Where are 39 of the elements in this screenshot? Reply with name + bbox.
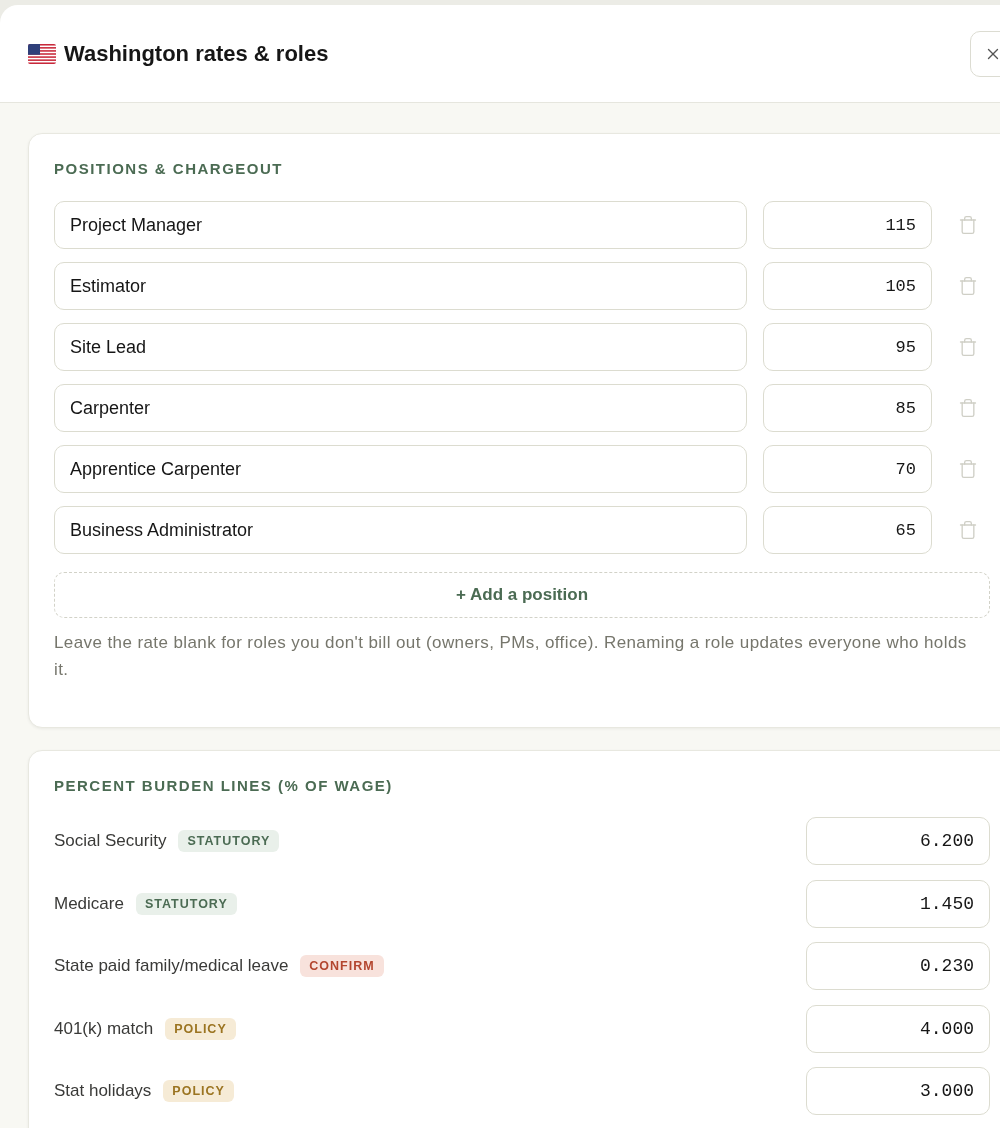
percent-field[interactable]: 3.000 (806, 1067, 990, 1115)
burden-label: State paid family/medical leave (54, 955, 289, 978)
modal-title: Washington rates & roles (64, 40, 329, 68)
position-name-field[interactable]: Carpenter (54, 384, 747, 432)
rate-field[interactable]: 95 (763, 323, 932, 371)
percent-field[interactable]: 1.450 (806, 879, 990, 928)
category-tag: CONFIRM (300, 955, 384, 977)
percent-field[interactable]: 0.230 (806, 942, 990, 990)
trash-icon[interactable] (958, 520, 978, 540)
percent-field[interactable]: 4.000 (806, 1004, 990, 1053)
rate-field[interactable]: 115 (763, 201, 932, 249)
rate-field[interactable]: 65 (763, 506, 932, 554)
trash-icon[interactable] (958, 398, 978, 418)
percent-field[interactable]: 6.200 (806, 817, 990, 865)
category-tag: POLICY (163, 1080, 234, 1102)
flag-icon (28, 43, 56, 64)
trash-icon[interactable] (958, 337, 978, 357)
position-name-field[interactable]: Business Administrator (54, 506, 747, 554)
position-name-field[interactable]: Site Lead (54, 323, 747, 371)
burden-label: Medicare (54, 892, 124, 915)
category-tag: STATUTORY (178, 830, 280, 852)
rate-field[interactable]: 85 (763, 384, 932, 432)
burden-label: Social Security (54, 830, 167, 853)
burden-label: 401(k) match (54, 1017, 154, 1040)
category-tag: POLICY (165, 1017, 236, 1040)
position-name-field[interactable]: Apprentice Carpenter (54, 445, 747, 493)
trash-icon[interactable] (958, 276, 978, 296)
category-tag: STATUTORY (135, 892, 237, 915)
section-heading: PERCENT BURDEN LINES (% OF WAGE) (54, 776, 394, 796)
trash-icon[interactable] (958, 459, 978, 479)
help-text: Leave the rate blank for roles you don't bill out (owners, PMs, office). Renaming a role updates everyone who holds it. (54, 632, 968, 681)
section-heading: POSITIONS & CHARGEOUT (54, 159, 284, 179)
rate-field[interactable]: 105 (763, 262, 932, 310)
add-position-button[interactable]: + Add a position (54, 572, 990, 618)
position-name-field[interactable]: Project Manager (54, 201, 747, 249)
burden-label: Stat holidays (54, 1080, 152, 1103)
trash-icon[interactable] (958, 215, 978, 235)
rate-field[interactable]: 70 (763, 445, 932, 493)
position-name-field[interactable]: Estimator (54, 262, 747, 310)
